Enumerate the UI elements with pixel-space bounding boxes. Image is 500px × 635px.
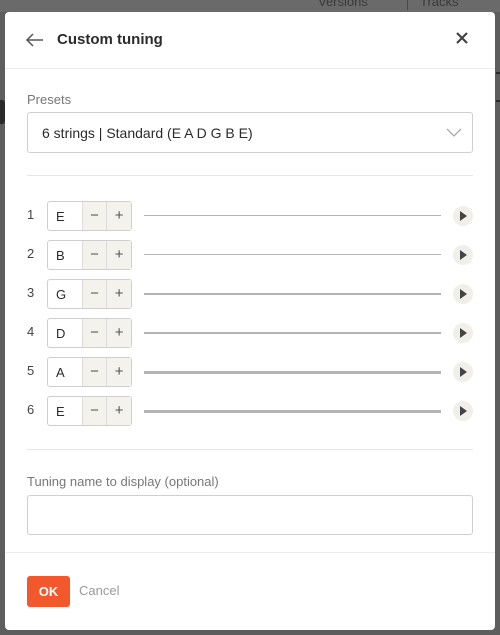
play-icon	[460, 406, 467, 416]
note-stepper: E − +	[47, 396, 132, 426]
string-row: 1 E − +	[27, 201, 473, 231]
custom-tuning-dialog: Custom tuning Presets 6 strings | Standa…	[5, 12, 495, 630]
dialog-header: Custom tuning	[5, 12, 495, 69]
note-value[interactable]: G	[48, 280, 82, 308]
presets-label: Presets	[27, 92, 72, 107]
background-element	[496, 100, 500, 102]
play-button[interactable]	[453, 206, 473, 226]
play-button[interactable]	[453, 401, 473, 421]
background-toolbar: Versions Tracks	[0, 0, 500, 12]
increment-button[interactable]: +	[106, 319, 131, 347]
footer-divider	[5, 552, 495, 553]
string-line	[144, 332, 441, 334]
cancel-button[interactable]: Cancel	[79, 583, 119, 598]
close-button[interactable]	[455, 28, 473, 48]
play-icon	[460, 328, 467, 338]
versions-link[interactable]: Versions	[318, 0, 368, 9]
play-button[interactable]	[453, 245, 473, 265]
decrement-button[interactable]: −	[81, 358, 107, 386]
tuning-name-label: Tuning name to display (optional)	[27, 474, 219, 489]
decrement-button[interactable]: −	[81, 280, 107, 308]
increment-button[interactable]: +	[106, 241, 131, 269]
play-icon	[460, 367, 467, 377]
decrement-button[interactable]: −	[81, 319, 107, 347]
presets-selected-value: 6 strings | Standard (E A D G B E)	[42, 125, 253, 141]
background-element	[496, 72, 500, 74]
note-value[interactable]: E	[48, 202, 82, 230]
tuning-name-input[interactable]	[27, 495, 473, 535]
string-number: 4	[27, 324, 35, 339]
note-stepper: G − +	[47, 279, 132, 309]
play-icon	[460, 211, 467, 221]
chevron-down-icon	[446, 128, 462, 137]
play-icon	[460, 289, 467, 299]
increment-button[interactable]: +	[106, 397, 131, 425]
increment-button[interactable]: +	[106, 202, 131, 230]
string-row: 4 D − +	[27, 318, 473, 348]
note-stepper: D − +	[47, 318, 132, 348]
string-row: 3 G − +	[27, 279, 473, 309]
string-line	[144, 410, 441, 413]
increment-button[interactable]: +	[106, 358, 131, 386]
string-row: 6 E − +	[27, 396, 473, 426]
increment-button[interactable]: +	[106, 280, 131, 308]
decrement-button[interactable]: −	[81, 241, 107, 269]
string-number: 1	[27, 207, 35, 222]
note-value[interactable]: B	[48, 241, 82, 269]
back-button[interactable]	[25, 28, 47, 52]
toolbar-separator	[407, 0, 408, 10]
section-divider	[27, 175, 473, 176]
play-icon	[460, 250, 467, 260]
string-number: 5	[27, 363, 35, 378]
string-line	[144, 215, 441, 216]
string-number: 6	[27, 402, 35, 417]
string-number: 2	[27, 246, 35, 261]
string-line	[144, 293, 441, 295]
note-value[interactable]: D	[48, 319, 82, 347]
string-line	[144, 254, 441, 255]
play-button[interactable]	[453, 323, 473, 343]
play-button[interactable]	[453, 362, 473, 382]
note-stepper: E − +	[47, 201, 132, 231]
arrow-left-icon	[25, 33, 43, 47]
ok-button[interactable]: OK	[27, 576, 70, 607]
note-value[interactable]: E	[48, 397, 82, 425]
string-row: 2 B − +	[27, 240, 473, 270]
play-button[interactable]	[453, 284, 473, 304]
tracks-link[interactable]: Tracks	[420, 0, 459, 9]
note-stepper: B − +	[47, 240, 132, 270]
string-row: 5 A − +	[27, 357, 473, 387]
decrement-button[interactable]: −	[81, 202, 107, 230]
decrement-button[interactable]: −	[81, 397, 107, 425]
close-icon	[456, 32, 468, 44]
string-line	[144, 371, 441, 374]
section-divider	[27, 449, 473, 450]
dialog-title: Custom tuning	[57, 31, 163, 48]
string-number: 3	[27, 285, 35, 300]
note-stepper: A − +	[47, 357, 132, 387]
presets-select[interactable]: 6 strings | Standard (E A D G B E)	[27, 112, 473, 153]
note-value[interactable]: A	[48, 358, 82, 386]
